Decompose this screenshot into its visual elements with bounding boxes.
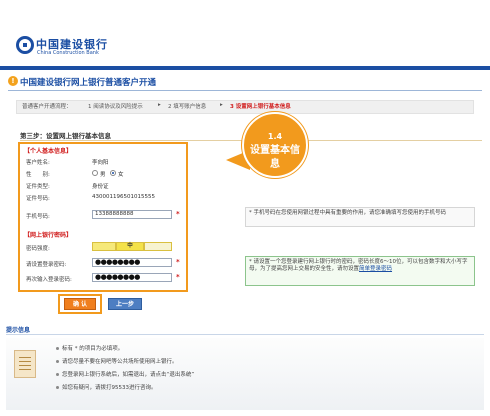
info-icon: ! — [8, 76, 18, 86]
strength-strong-segment — [144, 242, 172, 251]
gender-male-label: 男 — [100, 172, 106, 178]
step-arrow-icon: ▸ — [158, 102, 161, 108]
confirm-password-input[interactable]: ●●●●●●●● — [92, 273, 172, 282]
strength-weak-segment — [92, 242, 116, 251]
steps-prefix: 普通客户开通流程： — [22, 104, 72, 110]
strength-medium-segment: 中 — [116, 242, 144, 251]
tip-item: 您登录网上银行系统后，如需退出，请点击“退出系统” — [62, 372, 195, 378]
gender-female-label: 女 — [118, 172, 124, 178]
bank-logo-english: China Construction Bank — [37, 50, 99, 56]
required-mark: * — [176, 273, 180, 281]
required-mark: * — [176, 258, 180, 266]
step-arrow-icon: ▸ — [220, 102, 223, 108]
password-label: 请设置登录密码: — [26, 262, 67, 268]
bullet-icon — [56, 347, 59, 350]
callout-number: 1.4 — [267, 132, 283, 141]
step-2: 2 填写账户信息 — [168, 104, 207, 110]
tip-item: 请您尽量不要在网吧等公共场所使用网上银行。 — [62, 359, 178, 365]
phone-input[interactable]: 13388888888 — [92, 210, 172, 219]
tips-title: 提示信息 — [6, 327, 31, 334]
section-title: 第三步：设置网上银行基本信息 — [20, 132, 111, 140]
gender-female-radio[interactable] — [110, 170, 116, 176]
phone-hint: * 手机号码在您使用网银过程中具有重要的作用，请您准确填写您使用的手机号码 — [245, 207, 475, 227]
required-mark: * — [176, 210, 180, 218]
id-type-value: 身份证 — [92, 184, 109, 190]
name-label: 客户姓名: — [26, 160, 50, 166]
callout-text: 设置基本信息 — [250, 145, 300, 170]
confirm-button[interactable]: 确 认 — [64, 298, 96, 310]
simple-password-link[interactable]: 简单登录密码 — [359, 266, 392, 272]
id-type-label: 证件类型: — [26, 184, 50, 190]
password-input[interactable]: ●●●●●●●● — [92, 258, 172, 267]
name-value: 李向阳 — [92, 160, 109, 166]
id-number-value: 430001196501015555 — [92, 194, 155, 200]
tip-item: 如您有疑问，请拨打95533进行咨询。 — [62, 385, 157, 391]
password-heading: 【网上银行密码】 — [24, 232, 73, 239]
step-1: 1 阅读协议及风险提示 — [88, 104, 143, 110]
tips-divider — [6, 334, 484, 335]
tip-item: 标有 * 的项目为必填项。 — [62, 346, 124, 352]
personal-info-heading: 【个人基本信息】 — [24, 148, 73, 155]
bullet-icon — [56, 386, 59, 389]
bullet-icon — [56, 360, 59, 363]
page-title: 中国建设银行网上银行普通客户开通 — [20, 78, 157, 88]
gender-label: 性 别: — [26, 172, 50, 178]
strength-label: 密码强度: — [26, 246, 50, 252]
confirm-password-label: 再次输入登录密码: — [26, 277, 72, 283]
step-3-current: 3 设置网上银行基本信息 — [230, 104, 291, 110]
title-divider — [8, 90, 482, 91]
header-divider — [0, 66, 490, 70]
id-number-label: 证件号码: — [26, 196, 50, 202]
notepad-icon — [14, 350, 36, 378]
gender-male-radio[interactable] — [92, 170, 98, 176]
previous-step-button[interactable]: 上一步 — [108, 298, 142, 310]
bullet-icon — [56, 373, 59, 376]
ccb-logo-icon — [16, 36, 34, 54]
phone-label: 手机号码: — [26, 214, 50, 220]
password-hint: * 请设置一个您登录建行网上银行时的密码，密码长度6～10位，可以包含数字和大小… — [245, 256, 475, 286]
